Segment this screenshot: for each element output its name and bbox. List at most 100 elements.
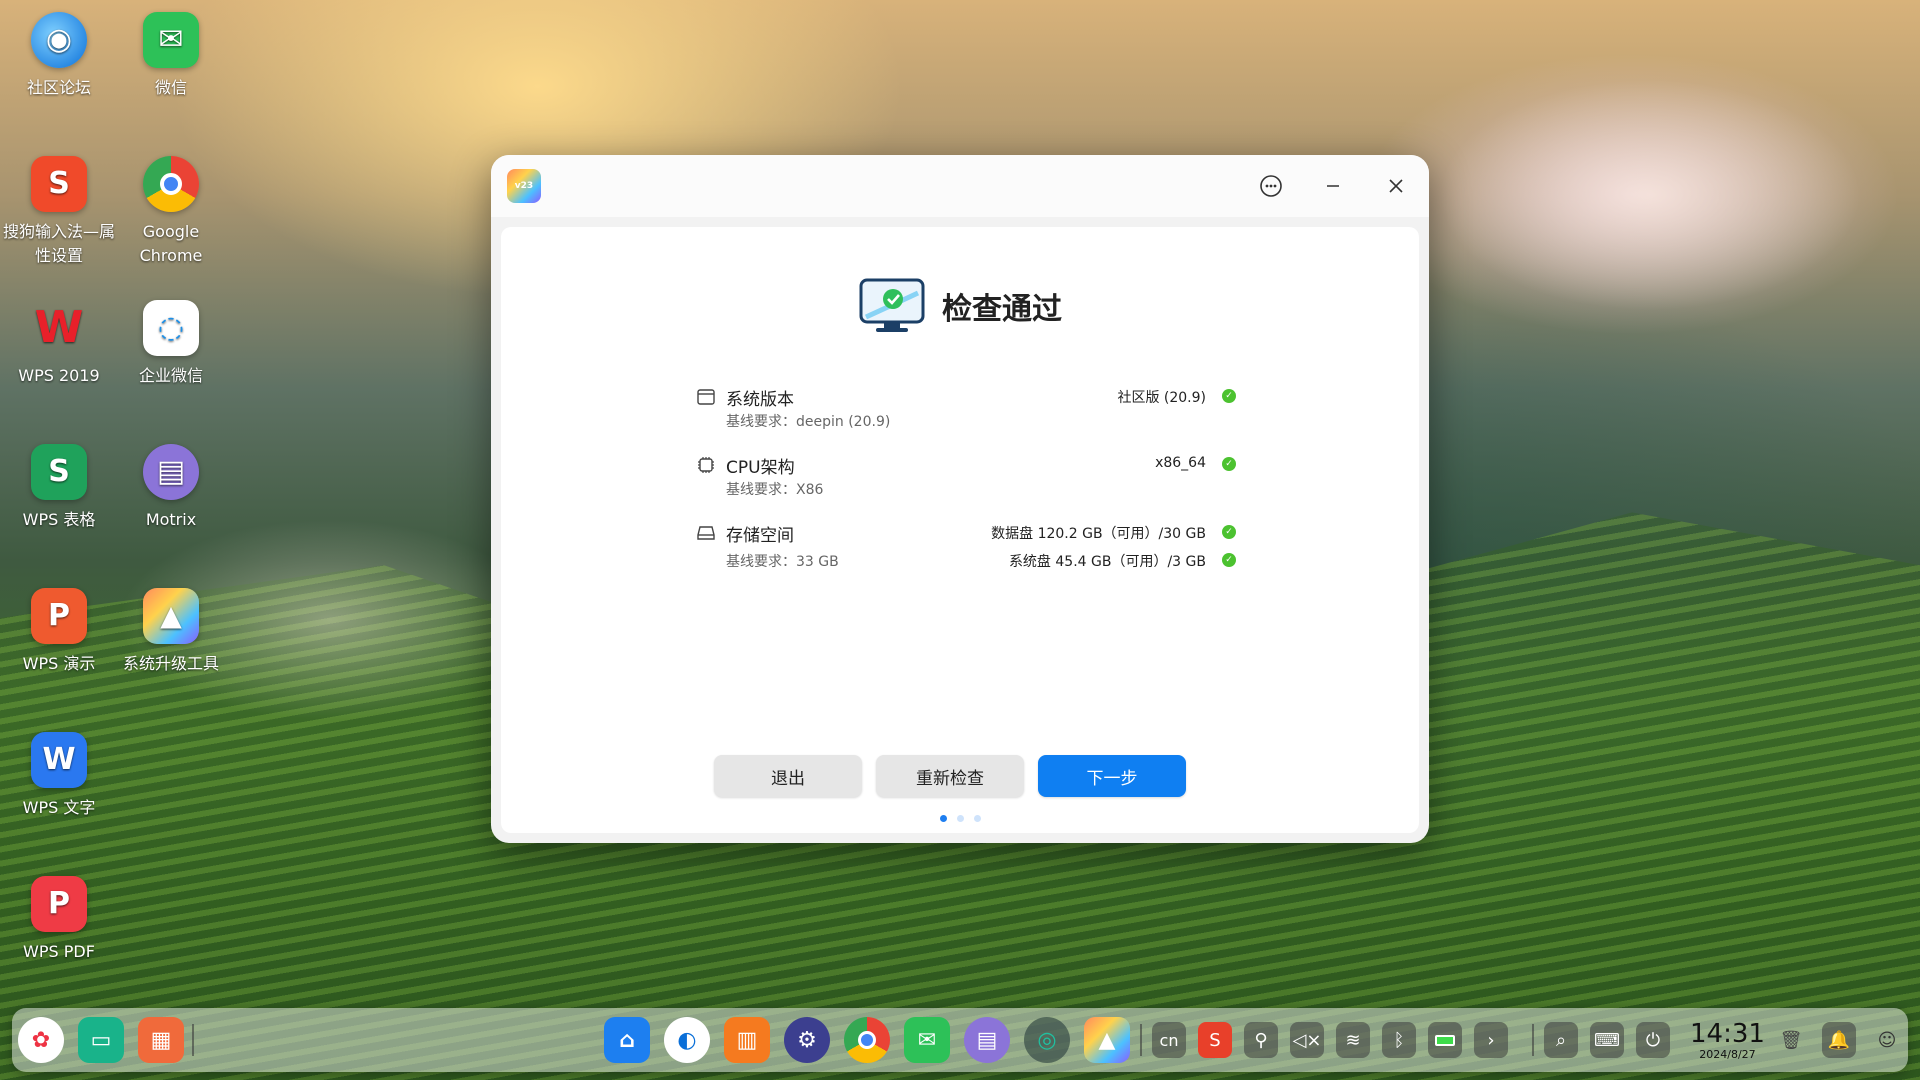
motrix-icon: ▤ bbox=[143, 444, 199, 500]
app-badge: v23 bbox=[514, 181, 534, 191]
close-button[interactable] bbox=[1378, 168, 1414, 204]
launcher-button[interactable]: ✿ bbox=[18, 1017, 64, 1063]
row-value-system-disk: 系统盘 45.4 GB（可用）/3 GB bbox=[1008, 554, 1206, 570]
dock-separator bbox=[1532, 1024, 1534, 1056]
monitor-check-icon bbox=[858, 277, 928, 335]
upgrade-tool-window: v23 检查通过 系统版本 基线要求：deepin (20.9) 社区版 (20… bbox=[491, 155, 1429, 843]
sogou-tray-icon[interactable]: S bbox=[1198, 1022, 1232, 1058]
volume-mute-icon[interactable]: ◁× bbox=[1290, 1022, 1324, 1058]
desktop-icon-chrome[interactable]: Google Chrome bbox=[115, 156, 227, 268]
desktop-icon-wechat[interactable]: ✉ 微信 bbox=[115, 12, 227, 100]
desktop-icon-label: 社区论坛 bbox=[26, 78, 91, 97]
notification-icon[interactable]: 🔔 bbox=[1822, 1022, 1856, 1058]
desktop-icon-sogou[interactable]: S 搜狗输入法—属性设置 bbox=[3, 156, 115, 268]
desktop-icon-upgrade-tool[interactable]: ▲ 系统升级工具 bbox=[115, 588, 227, 676]
wps-pdf-icon: P bbox=[31, 876, 87, 932]
page-dot-3 bbox=[973, 815, 981, 822]
row-value: x86_64 bbox=[1155, 455, 1206, 471]
keyboard-icon[interactable]: ⌨ bbox=[1590, 1022, 1624, 1058]
taskbar-dock: ✿ ▭ ▦ ⌂ ◐ ▥ ⚙ ✉ ▤ ◎ ▲ cn S ⚲ ◁× ≋ ᛒ › ⌕ … bbox=[12, 1008, 1908, 1072]
wecom-icon: ◌ bbox=[143, 300, 199, 356]
row-baseline: 基线要求：33 GB bbox=[726, 554, 839, 570]
chrome-icon[interactable] bbox=[844, 1017, 890, 1063]
settings-icon[interactable]: ⚙ bbox=[784, 1017, 830, 1063]
exit-button[interactable]: 退出 bbox=[714, 755, 862, 797]
deepin-forum-icon: ◉ bbox=[31, 12, 87, 68]
power-icon[interactable]: ⏻ bbox=[1636, 1022, 1670, 1058]
assistant-icon[interactable]: ☺ bbox=[1870, 1022, 1904, 1058]
screen-recorder-icon[interactable]: ◎ bbox=[1024, 1017, 1070, 1063]
recheck-button[interactable]: 重新检查 bbox=[876, 755, 1024, 797]
dock-separator bbox=[192, 1024, 194, 1056]
wallpaper-cloud bbox=[1440, 80, 1860, 310]
minimize-button[interactable] bbox=[1315, 168, 1351, 204]
minimize-icon bbox=[1327, 185, 1339, 187]
desktop-icon-label: Motrix bbox=[145, 510, 197, 529]
input-method-button[interactable]: cn bbox=[1152, 1022, 1186, 1058]
page-dot-2 bbox=[956, 815, 964, 822]
shop-icon[interactable]: ▥ bbox=[724, 1017, 770, 1063]
app-store-icon[interactable]: ⌂ bbox=[604, 1017, 650, 1063]
row-label: 系统版本 bbox=[726, 390, 794, 410]
check-icon: ✓ bbox=[1222, 389, 1236, 403]
row-label: 存储空间 bbox=[726, 526, 794, 546]
row-value-data-disk: 数据盘 120.2 GB（可用）/30 GB bbox=[991, 526, 1206, 542]
wechat-icon[interactable]: ✉ bbox=[904, 1017, 950, 1063]
wps-writer-icon: W bbox=[31, 732, 87, 788]
workspace-button[interactable]: ▦ bbox=[138, 1017, 184, 1063]
browser-icon[interactable]: ◐ bbox=[664, 1017, 710, 1063]
trash-icon[interactable]: 🗑 bbox=[1774, 1022, 1808, 1058]
desktop-icon-wecom[interactable]: ◌ 企业微信 bbox=[115, 300, 227, 388]
check-result-panel: 检查通过 系统版本 基线要求：deepin (20.9) 社区版 (20.9) … bbox=[501, 227, 1419, 833]
next-button[interactable]: 下一步 bbox=[1038, 755, 1186, 797]
motrix-icon[interactable]: ▤ bbox=[964, 1017, 1010, 1063]
desktop-icon-label: 企业微信 bbox=[138, 366, 203, 385]
desktop-icon-label: 搜狗输入法—属性设置 bbox=[3, 222, 116, 265]
wps-sheet-icon: S bbox=[31, 444, 87, 500]
upgrade-tool-icon: ▲ bbox=[143, 588, 199, 644]
clock-date: 2024/8/27 bbox=[1699, 1048, 1756, 1061]
search-icon[interactable]: ⌕ bbox=[1544, 1022, 1578, 1058]
disk-icon bbox=[696, 523, 716, 543]
row-value: 社区版 (20.9) bbox=[1117, 390, 1206, 406]
desktop-icon-label: WPS 文字 bbox=[22, 798, 96, 817]
desktop-icon-motrix[interactable]: ▤ Motrix bbox=[115, 444, 227, 532]
desktop-icon-wps-pdf[interactable]: P WPS PDF bbox=[3, 876, 115, 964]
chrome-icon bbox=[143, 156, 199, 212]
desktop-icon-wps-sheet[interactable]: S WPS 表格 bbox=[3, 444, 115, 532]
close-icon bbox=[1389, 179, 1403, 193]
check-row-cpu: CPU架构 基线要求：X86 x86_64 ✓ bbox=[696, 453, 1236, 503]
desktop-icon-label: WPS PDF bbox=[23, 942, 95, 961]
desktop-icon-label: 微信 bbox=[154, 78, 187, 97]
desktop-icon-label: WPS 2019 bbox=[18, 366, 100, 385]
multitask-view-button[interactable]: ▭ bbox=[78, 1017, 124, 1063]
wifi-icon[interactable]: ≋ bbox=[1336, 1022, 1370, 1058]
upgrade-tool-icon[interactable]: ▲ bbox=[1084, 1017, 1130, 1063]
sogou-input-icon: S bbox=[31, 156, 87, 212]
usb-icon[interactable]: ⚲ bbox=[1244, 1022, 1278, 1058]
check-row-system-version: 系统版本 基线要求：deepin (20.9) 社区版 (20.9) ✓ bbox=[696, 385, 1236, 435]
page-title: 检查通过 bbox=[942, 292, 1062, 327]
wps-icon: W bbox=[34, 302, 84, 353]
page-indicator bbox=[501, 815, 1419, 822]
check-icon: ✓ bbox=[1222, 553, 1236, 567]
window-titlebar[interactable]: v23 bbox=[491, 155, 1429, 217]
page-dot-1 bbox=[939, 815, 947, 822]
menu-button[interactable] bbox=[1253, 168, 1289, 204]
clock-time: 14:31 bbox=[1690, 1019, 1765, 1049]
more-icon bbox=[1260, 175, 1282, 197]
row-baseline: 基线要求：deepin (20.9) bbox=[726, 414, 891, 430]
desktop-icon-wps[interactable]: W WPS 2019 bbox=[3, 300, 115, 388]
desktop-icon-wps-writer[interactable]: W WPS 文字 bbox=[3, 732, 115, 820]
chevron-right-icon[interactable]: › bbox=[1474, 1022, 1508, 1058]
app-logo-icon: v23 bbox=[507, 169, 541, 203]
clock[interactable]: 14:31 2024/8/27 bbox=[1690, 1020, 1765, 1061]
wechat-icon: ✉ bbox=[143, 12, 199, 68]
desktop-icon-wps-presentation[interactable]: P WPS 演示 bbox=[3, 588, 115, 676]
dock-separator bbox=[1140, 1024, 1142, 1056]
battery-icon[interactable] bbox=[1428, 1022, 1462, 1058]
desktop-icon-label: WPS 演示 bbox=[22, 654, 96, 673]
cpu-icon bbox=[696, 455, 716, 475]
bluetooth-icon[interactable]: ᛒ bbox=[1382, 1022, 1416, 1058]
desktop-icon-forum[interactable]: ◉ 社区论坛 bbox=[3, 12, 115, 100]
